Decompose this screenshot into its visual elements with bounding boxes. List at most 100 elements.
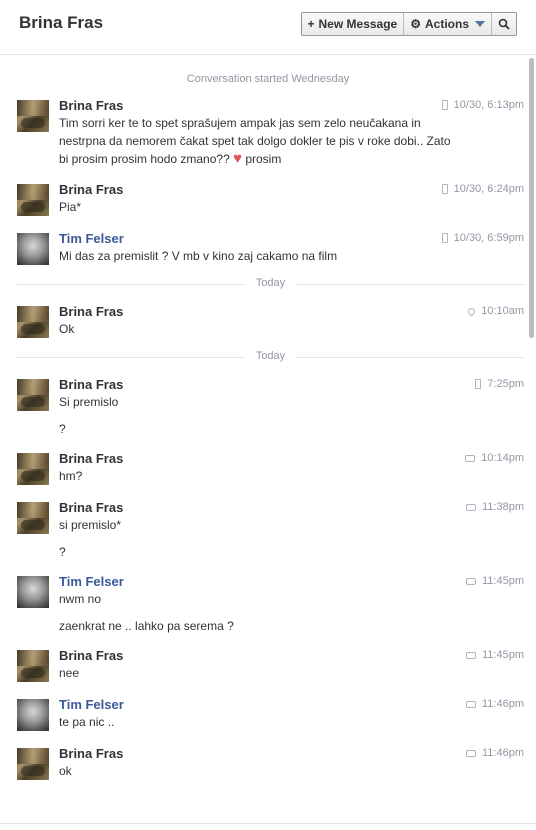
- avatar[interactable]: [17, 306, 49, 338]
- message: Tim Felser 10/30, 6:59pm Mi das za premi…: [0, 230, 524, 265]
- conversation-started-label: Conversation started Wednesday: [186, 73, 350, 85]
- sender-name[interactable]: Tim Felser: [59, 573, 524, 590]
- message-line: si premislo*: [59, 518, 122, 532]
- message-time: 11:45pm: [466, 575, 524, 587]
- message: Brina Fras 10:14pm hm?: [0, 450, 524, 485]
- timestamp: 11:46pm: [482, 747, 524, 759]
- message-time: 11:46pm: [466, 747, 524, 759]
- search-icon: [498, 18, 510, 30]
- message-line: Si premislo: [59, 395, 119, 409]
- divider-label: Today: [244, 277, 297, 289]
- message-text: Tim sorri ker te to spet sprašujem ampak…: [59, 114, 459, 168]
- avatar[interactable]: [17, 748, 49, 780]
- phone-icon: [441, 100, 448, 110]
- divider-label: Today: [244, 350, 297, 362]
- message: Brina Fras 11:38pm si premislo* ?: [0, 499, 524, 561]
- sender-name[interactable]: Tim Felser: [59, 696, 524, 713]
- new-message-button[interactable]: + New Message: [302, 13, 405, 35]
- message-line: hm?: [59, 469, 83, 483]
- new-message-label: New Message: [318, 17, 398, 31]
- phone-icon: [441, 233, 448, 243]
- chevron-down-icon: [475, 21, 485, 27]
- sender-name[interactable]: Brina Fras: [59, 647, 524, 664]
- conversation-header: Brina Fras + New Message ⚙ Actions: [0, 0, 536, 55]
- message: Brina Fras 7:25pm Si premislo ?: [0, 376, 524, 438]
- plus-icon: +: [307, 17, 315, 31]
- timestamp: 7:25pm: [487, 378, 524, 390]
- actions-button[interactable]: ⚙ Actions: [404, 13, 492, 35]
- heart-emoticon: ♥: [233, 150, 242, 167]
- day-divider: Today: [17, 350, 524, 364]
- chat-icon: [466, 700, 476, 708]
- gear-icon: ⚙: [410, 17, 421, 31]
- message-line: Tim sorri ker te to spet sprašujem ampak…: [59, 116, 451, 167]
- search-button[interactable]: [492, 13, 516, 35]
- message-thread: Brina Fras 10/30, 6:13pm Tim sorri ker t…: [0, 97, 536, 780]
- sender-name[interactable]: Brina Fras: [59, 303, 524, 320]
- avatar[interactable]: [17, 184, 49, 216]
- timestamp: 10:14pm: [481, 452, 524, 464]
- message-line: zaenkrat ne .. lahko pa serema ?: [59, 619, 234, 633]
- message-text: si premislo* ?: [59, 516, 524, 561]
- message-text: hm?: [59, 467, 524, 485]
- sender-name[interactable]: Brina Fras: [59, 499, 524, 516]
- message: Brina Fras 10/30, 6:13pm Tim sorri ker t…: [0, 97, 524, 168]
- message-text: Pia*: [59, 198, 524, 216]
- message-line: nwm no: [59, 592, 102, 606]
- chat-icon: [466, 577, 476, 585]
- avatar[interactable]: [17, 233, 49, 265]
- timestamp: 10/30, 6:13pm: [453, 99, 524, 111]
- message-line: te pa nic ..: [59, 715, 115, 729]
- conversation-title: Brina Fras: [19, 13, 104, 32]
- sender-name[interactable]: Brina Fras: [59, 745, 524, 762]
- timestamp: 11:45pm: [482, 649, 524, 661]
- avatar[interactable]: [17, 100, 49, 132]
- header-actions: + New Message ⚙ Actions: [300, 12, 517, 36]
- avatar[interactable]: [17, 502, 49, 534]
- timestamp: 11:45pm: [482, 575, 524, 587]
- message-time: 11:46pm: [466, 698, 524, 710]
- message-text: nee: [59, 664, 524, 682]
- avatar[interactable]: [17, 453, 49, 485]
- avatar[interactable]: [17, 576, 49, 608]
- message: Tim Felser 11:45pm nwm no zaenkrat ne ..…: [0, 573, 524, 635]
- location-icon: [466, 306, 477, 316]
- message-line: ?: [59, 545, 66, 559]
- message-line: Pia*: [59, 200, 82, 214]
- message-line: Ok: [59, 322, 75, 336]
- message: Brina Fras 10/30, 6:24pm Pia*: [0, 181, 524, 216]
- message-text: ok: [59, 762, 524, 780]
- actions-label: Actions: [424, 17, 469, 31]
- timestamp: 10:10am: [481, 305, 524, 317]
- avatar[interactable]: [17, 699, 49, 731]
- day-divider: Today: [17, 277, 524, 291]
- message-line: ?: [59, 422, 66, 436]
- avatar[interactable]: [17, 650, 49, 682]
- message: Brina Fras 11:45pm nee: [0, 647, 524, 682]
- message-time: 10/30, 6:24pm: [441, 183, 524, 195]
- message-text: Mi das za premislit ? V mb v kino zaj ca…: [59, 247, 524, 265]
- message: Brina Fras 11:46pm ok: [0, 745, 524, 780]
- timestamp: 10/30, 6:24pm: [453, 183, 524, 195]
- avatar[interactable]: [17, 379, 49, 411]
- message: Brina Fras 10:10am Ok: [0, 303, 524, 338]
- message-text: Ok: [59, 320, 524, 338]
- phone-icon: [441, 184, 448, 194]
- phone-icon: [475, 379, 482, 389]
- chat-icon: [465, 454, 476, 462]
- chat-icon: [466, 503, 476, 511]
- sender-name[interactable]: Brina Fras: [59, 450, 524, 467]
- message-time: 10:14pm: [465, 452, 524, 464]
- message-time: 11:45pm: [466, 649, 524, 661]
- message-time: 10/30, 6:13pm: [441, 99, 524, 111]
- sender-name[interactable]: Brina Fras: [59, 376, 524, 393]
- message-text: Si premislo ?: [59, 393, 524, 438]
- message-time: 7:25pm: [475, 378, 524, 390]
- message-line: Mi das za premislit ? V mb v kino zaj ca…: [59, 249, 338, 263]
- timestamp: 11:38pm: [482, 501, 524, 513]
- timestamp: 10/30, 6:59pm: [453, 232, 524, 244]
- chat-icon: [466, 749, 476, 757]
- message-text: nwm no zaenkrat ne .. lahko pa serema ?: [59, 590, 524, 635]
- message-line: ok: [59, 764, 72, 778]
- message-time: 11:38pm: [466, 501, 524, 513]
